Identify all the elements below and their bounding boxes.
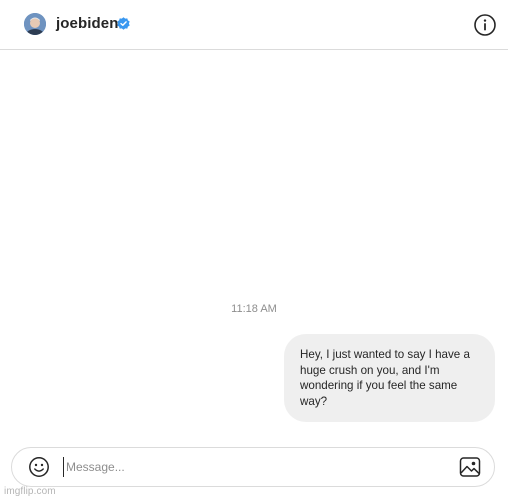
message-composer <box>11 447 495 487</box>
sent-message-bubble[interactable]: Hey, I just wanted to say I have a huge … <box>284 334 495 422</box>
chat-username[interactable]: joebiden <box>56 14 118 34</box>
chat-header: joebiden <box>0 0 508 50</box>
verified-badge-icon <box>117 17 130 30</box>
image-icon[interactable] <box>459 456 481 478</box>
message-timestamp: 11:18 AM <box>231 303 277 315</box>
avatar-image <box>24 13 46 35</box>
emoji-icon[interactable] <box>28 456 50 478</box>
watermark: imgflip.com <box>4 486 56 497</box>
chat-window: joebiden 11:18 AM Hey, I just wanted to … <box>0 0 508 500</box>
avatar[interactable] <box>24 13 46 35</box>
info-icon[interactable] <box>473 13 497 37</box>
message-input[interactable] <box>63 457 446 477</box>
